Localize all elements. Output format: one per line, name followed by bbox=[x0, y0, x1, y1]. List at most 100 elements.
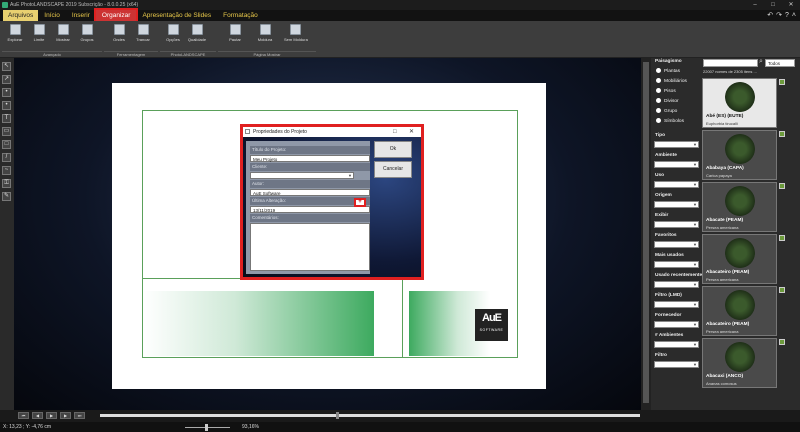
radio-plantas[interactable]: Plantas bbox=[656, 68, 680, 74]
menu-arquivos[interactable]: Arquivos bbox=[3, 10, 39, 21]
plant-card[interactable]: Abacateiro (PEAM) Persea americana bbox=[702, 234, 777, 284]
group-pagina-mostrar: Página Mostrar bbox=[218, 51, 316, 58]
ribbon-explorar-button[interactable]: Explorar bbox=[4, 24, 26, 50]
logo-subtext: SOFTWARE bbox=[479, 328, 504, 332]
pen-icon[interactable]: ✎ bbox=[2, 192, 11, 201]
menu-inicio[interactable]: Início bbox=[38, 10, 66, 21]
plant-card[interactable]: Abacateiro (PEAM) Persea americana bbox=[702, 286, 777, 336]
author-field[interactable]: AuE Software bbox=[250, 189, 370, 196]
zoom-slider-thumb[interactable] bbox=[205, 424, 208, 431]
plant-card[interactable]: Abé (ES) (EUTE) Euphorbia tirucalli bbox=[702, 78, 777, 128]
play-icon[interactable]: ▶ bbox=[46, 412, 57, 419]
library-search-input[interactable] bbox=[703, 59, 758, 67]
last-change-field[interactable]: 13/11/2019 bbox=[250, 206, 370, 213]
mais-usados-select[interactable]: ▼ bbox=[654, 261, 699, 268]
ribbon-sem-moldura-button[interactable]: Sem Moldura bbox=[284, 24, 308, 50]
collapse-icon[interactable]: ˄ bbox=[792, 10, 796, 21]
favoritos-select[interactable]: ▼ bbox=[654, 241, 699, 248]
curve-icon[interactable]: ~ bbox=[2, 166, 11, 175]
maximize-icon[interactable]: □ bbox=[764, 0, 782, 10]
exibir-select[interactable]: ▼ bbox=[654, 221, 699, 228]
pointer-icon[interactable]: ↖ bbox=[2, 62, 11, 71]
last-page-icon[interactable]: ⏭ bbox=[74, 412, 85, 419]
text-icon[interactable]: T bbox=[2, 114, 11, 123]
filtro-lmd-select[interactable]: ▼ bbox=[654, 301, 699, 308]
radio-icon bbox=[656, 78, 661, 83]
add-plant-icon[interactable] bbox=[779, 235, 785, 241]
group-ferramentagem: Ferramentagem bbox=[104, 51, 158, 58]
add-plant-icon[interactable] bbox=[779, 287, 785, 293]
radio-icon bbox=[656, 98, 661, 103]
plant-card[interactable]: Abacaxi (ANCO) Ananas comosus bbox=[702, 338, 777, 388]
search-icon[interactable]: ⌕ bbox=[759, 58, 763, 66]
uso-select[interactable]: ▼ bbox=[654, 181, 699, 188]
green-gradient-panel[interactable] bbox=[143, 291, 374, 356]
ribbon-trancar-button[interactable]: Trancar bbox=[132, 24, 154, 50]
project-title-field[interactable]: Meu Projeto bbox=[250, 155, 370, 162]
tipo-select[interactable]: ▼ bbox=[654, 141, 699, 148]
ribbon-pautar-button[interactable]: Pautar bbox=[224, 24, 246, 50]
undo-icon[interactable]: ↶ bbox=[767, 10, 773, 21]
chevron-down-icon: ▼ bbox=[693, 242, 697, 247]
radio-mobiliarios[interactable]: Mobiliários bbox=[656, 78, 687, 84]
ambiente-select[interactable]: ▼ bbox=[654, 161, 699, 168]
shape-icon[interactable]: ▭ bbox=[2, 127, 11, 136]
ribbon-qualidade-button[interactable]: Qualidade bbox=[186, 24, 208, 50]
close-icon[interactable]: ✕ bbox=[782, 0, 800, 10]
ribbon-limite-button[interactable]: Limite bbox=[28, 24, 50, 50]
prev-page-icon[interactable]: ◀ bbox=[32, 412, 43, 419]
radio-divisor[interactable]: Divisor bbox=[656, 98, 679, 104]
library-scrollbar[interactable] bbox=[641, 58, 651, 410]
category-exibir: Exibir bbox=[655, 213, 669, 218]
workspace[interactable]: AuE SOFTWARE Propriedades do Projeto □ ✕… bbox=[14, 58, 641, 410]
ribbon-opcoes-button[interactable]: Opções bbox=[162, 24, 184, 50]
rect-icon[interactable]: □ bbox=[2, 140, 11, 149]
horizontal-scrollbar[interactable] bbox=[100, 412, 640, 419]
ribbon-mostrar-button[interactable]: Mostrar bbox=[52, 24, 74, 50]
redo-icon[interactable]: ↷ bbox=[776, 10, 782, 21]
ribbon-moldura-button[interactable]: Moldura bbox=[254, 24, 276, 50]
plant-card[interactable]: Ababaya (CAPA) Carica papaya bbox=[702, 130, 777, 180]
add-client-button[interactable]: + bbox=[354, 198, 366, 207]
radio-icon bbox=[656, 88, 661, 93]
explore-icon bbox=[9, 24, 21, 35]
point-icon[interactable]: • bbox=[2, 101, 11, 110]
library-filter-select[interactable]: Todos bbox=[765, 59, 795, 67]
ambientes-select[interactable]: ▼ bbox=[654, 341, 699, 348]
help-icon[interactable]: ? bbox=[785, 10, 789, 21]
add-plant-icon[interactable] bbox=[779, 183, 785, 189]
comments-textarea[interactable] bbox=[250, 223, 370, 271]
menu-apresentacao[interactable]: Apresentação de Slides bbox=[136, 10, 217, 21]
ribbon-grupos-button[interactable]: Grupos bbox=[76, 24, 98, 50]
radio-pisos[interactable]: Pisos bbox=[656, 88, 676, 94]
next-page-icon[interactable]: ▶ bbox=[60, 412, 71, 419]
menu-organizar[interactable]: Organizar bbox=[93, 8, 139, 23]
plant-card[interactable]: Abacate (PEAM) Persea americana bbox=[702, 182, 777, 232]
line-icon[interactable]: / bbox=[2, 153, 11, 162]
ribbon-ondes-button[interactable]: Ondes bbox=[108, 24, 130, 50]
radio-grupo[interactable]: Grupo bbox=[656, 108, 677, 114]
origem-select[interactable]: ▼ bbox=[654, 201, 699, 208]
menu-formatacao[interactable]: Formatação bbox=[217, 10, 264, 21]
minimize-icon[interactable]: – bbox=[746, 0, 764, 10]
add-plant-icon[interactable] bbox=[779, 79, 785, 85]
select-icon[interactable]: ↗ bbox=[2, 75, 11, 84]
scroll-thumb[interactable] bbox=[336, 412, 339, 419]
add-plant-icon[interactable] bbox=[779, 339, 785, 345]
first-page-icon[interactable]: ⏮ bbox=[18, 412, 29, 419]
ok-button[interactable]: Ok bbox=[374, 141, 412, 158]
key-icon[interactable]: ⚿ bbox=[2, 179, 11, 188]
dialog-maximize-icon[interactable]: □ bbox=[393, 127, 397, 137]
menu-inserir[interactable]: Inserir bbox=[66, 10, 96, 21]
cancel-button[interactable]: Cancelar bbox=[374, 161, 412, 178]
scroll-thumb[interactable] bbox=[643, 62, 649, 403]
client-select[interactable]: ▼ bbox=[250, 172, 354, 179]
radio-simbolos[interactable]: Símbolos bbox=[656, 118, 684, 124]
add-plant-icon[interactable] bbox=[779, 131, 785, 137]
draw-icon[interactable]: • bbox=[2, 88, 11, 97]
dialog-close-icon[interactable]: ✕ bbox=[409, 127, 414, 137]
usado-recentemente-select[interactable]: ▼ bbox=[654, 281, 699, 288]
filtro-select[interactable]: ▼ bbox=[654, 361, 699, 368]
fornecedor-select[interactable]: ▼ bbox=[654, 321, 699, 328]
chevron-down-icon: ▼ bbox=[348, 173, 352, 178]
